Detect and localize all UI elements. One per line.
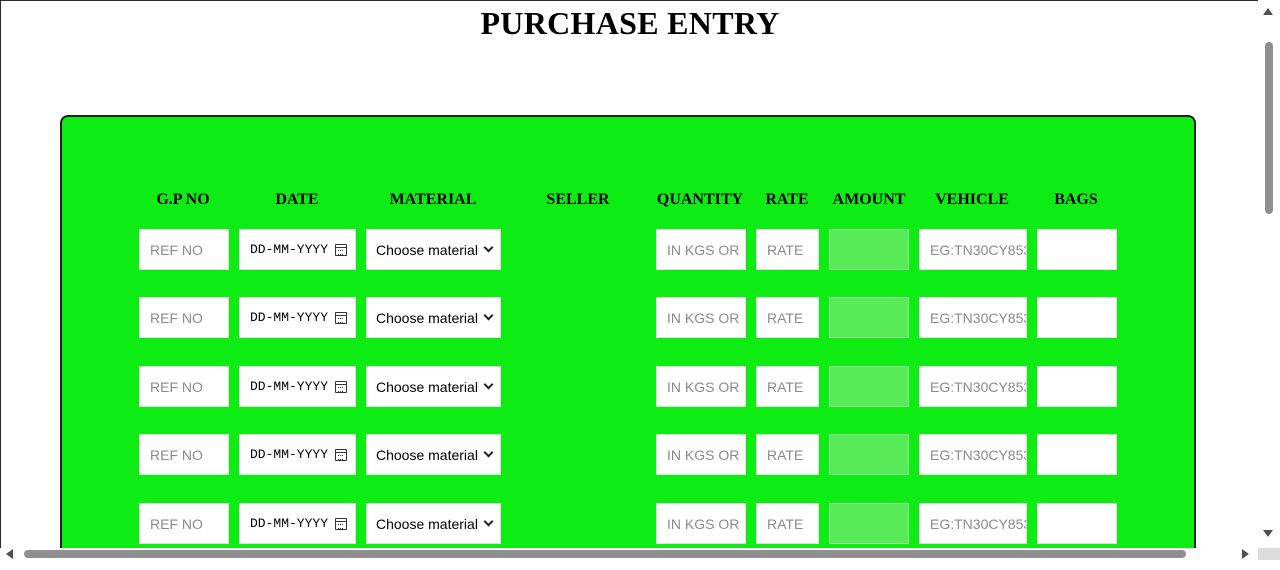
gp-no-input-placeholder: REF NO xyxy=(150,378,203,395)
header-seller: SELLER xyxy=(546,191,610,208)
gp-no-input[interactable]: REF NO xyxy=(139,434,229,475)
page-viewport: PURCHASE ENTRY G.P NO DATE MATERIAL SELLER Q… xyxy=(0,0,1258,548)
window-bottom-edge xyxy=(0,560,1280,570)
chevron-down-icon[interactable] xyxy=(483,447,494,458)
vertical-scrollbar[interactable] xyxy=(1258,0,1280,548)
date-input[interactable]: DD-MM-YYYY xyxy=(239,503,356,544)
bags-input[interactable] xyxy=(1037,434,1117,475)
scroll-up-icon[interactable] xyxy=(1263,8,1273,15)
vehicle-input-placeholder: EG:TN30CY853 xyxy=(930,515,1027,532)
date-input-value: DD-MM-YYYY xyxy=(250,379,329,394)
amount-field xyxy=(829,434,909,475)
material-select-value: Choose material xyxy=(376,515,478,532)
vehicle-input[interactable]: EG:TN30CY853 xyxy=(919,366,1027,407)
material-select[interactable]: Choose material xyxy=(366,434,501,475)
scroll-right-icon[interactable] xyxy=(1242,549,1249,559)
amount-field xyxy=(829,297,909,338)
rate-input[interactable]: RATE xyxy=(756,366,819,407)
quantity-input-placeholder: IN KGS OR xyxy=(667,515,740,532)
gp-no-input-placeholder: REF NO xyxy=(150,241,203,258)
header-date: DATE xyxy=(275,191,319,208)
gp-no-input[interactable]: REF NO xyxy=(139,503,229,544)
chevron-down-icon[interactable] xyxy=(483,516,494,527)
material-select-value: Choose material xyxy=(376,446,478,463)
gp-no-input-placeholder: REF NO xyxy=(150,446,203,463)
page-title: PURCHASE ENTRY xyxy=(480,5,780,41)
date-input-value: DD-MM-YYYY xyxy=(250,447,329,462)
rate-input[interactable]: RATE xyxy=(756,229,819,270)
chevron-down-icon[interactable] xyxy=(483,379,494,390)
date-input[interactable]: DD-MM-YYYY xyxy=(239,229,356,270)
calendar-icon[interactable] xyxy=(335,517,347,530)
vehicle-input-placeholder: EG:TN30CY853 xyxy=(930,241,1027,258)
date-input-value: DD-MM-YYYY xyxy=(250,516,329,531)
horizontal-scroll-thumb[interactable] xyxy=(24,550,1186,558)
quantity-input-placeholder: IN KGS OR xyxy=(667,446,740,463)
quantity-input[interactable]: IN KGS OR xyxy=(656,503,746,544)
calendar-icon[interactable] xyxy=(335,311,347,324)
gp-no-input-placeholder: REF NO xyxy=(150,515,203,532)
rate-input[interactable]: RATE xyxy=(756,297,819,338)
quantity-input[interactable]: IN KGS OR xyxy=(656,434,746,475)
date-input[interactable]: DD-MM-YYYY xyxy=(239,366,356,407)
material-select[interactable]: Choose material xyxy=(366,366,501,407)
quantity-input[interactable]: IN KGS OR xyxy=(656,366,746,407)
chevron-down-icon[interactable] xyxy=(483,310,494,321)
header-bags: BAGS xyxy=(1054,191,1098,208)
date-input[interactable]: DD-MM-YYYY xyxy=(239,297,356,338)
scrollbar-corner xyxy=(1258,548,1280,560)
quantity-input[interactable]: IN KGS OR xyxy=(656,229,746,270)
date-input[interactable]: DD-MM-YYYY xyxy=(239,434,356,475)
amount-field xyxy=(829,503,909,544)
gp-no-input[interactable]: REF NO xyxy=(139,366,229,407)
rate-input-placeholder: RATE xyxy=(767,515,804,532)
vehicle-input-placeholder: EG:TN30CY853 xyxy=(930,378,1027,395)
rate-input-placeholder: RATE xyxy=(767,241,804,258)
gp-no-input[interactable]: REF NO xyxy=(139,297,229,338)
header-material: MATERIAL xyxy=(389,191,477,208)
header-amount: AMOUNT xyxy=(832,191,906,208)
gp-no-input-placeholder: REF NO xyxy=(150,309,203,326)
vehicle-input-placeholder: EG:TN30CY853 xyxy=(930,309,1027,326)
vehicle-input-placeholder: EG:TN30CY853 xyxy=(930,446,1027,463)
bags-input[interactable] xyxy=(1037,503,1117,544)
quantity-input-placeholder: IN KGS OR xyxy=(667,241,740,258)
rate-input-placeholder: RATE xyxy=(767,309,804,326)
rate-input[interactable]: RATE xyxy=(756,434,819,475)
rate-input-placeholder: RATE xyxy=(767,446,804,463)
material-select[interactable]: Choose material xyxy=(366,503,501,544)
gp-no-input[interactable]: REF NO xyxy=(139,229,229,270)
quantity-input-placeholder: IN KGS OR xyxy=(667,378,740,395)
bags-input[interactable] xyxy=(1037,229,1117,270)
bags-input[interactable] xyxy=(1037,297,1117,338)
header-gp-no: G.P NO xyxy=(156,191,210,208)
amount-field xyxy=(829,229,909,270)
quantity-input[interactable]: IN KGS OR xyxy=(656,297,746,338)
material-select[interactable]: Choose material xyxy=(366,297,501,338)
material-select[interactable]: Choose material xyxy=(366,229,501,270)
scroll-left-icon[interactable] xyxy=(6,549,13,559)
vertical-scroll-thumb[interactable] xyxy=(1265,42,1273,214)
bags-input[interactable] xyxy=(1037,366,1117,407)
chevron-down-icon[interactable] xyxy=(483,242,494,253)
scroll-down-icon[interactable] xyxy=(1263,530,1273,537)
material-select-value: Choose material xyxy=(376,241,478,258)
rate-input[interactable]: RATE xyxy=(756,503,819,544)
header-vehicle: VEHICLE xyxy=(935,191,1009,208)
date-input-value: DD-MM-YYYY xyxy=(250,242,329,257)
vehicle-input[interactable]: EG:TN30CY853 xyxy=(919,229,1027,270)
horizontal-scrollbar[interactable] xyxy=(0,548,1258,560)
material-select-value: Choose material xyxy=(376,309,478,326)
vehicle-input[interactable]: EG:TN30CY853 xyxy=(919,434,1027,475)
date-input-value: DD-MM-YYYY xyxy=(250,310,329,325)
calendar-icon[interactable] xyxy=(335,380,347,393)
calendar-icon[interactable] xyxy=(335,448,347,461)
material-select-value: Choose material xyxy=(376,378,478,395)
rate-input-placeholder: RATE xyxy=(767,378,804,395)
quantity-input-placeholder: IN KGS OR xyxy=(667,309,740,326)
vehicle-input[interactable]: EG:TN30CY853 xyxy=(919,503,1027,544)
vehicle-input[interactable]: EG:TN30CY853 xyxy=(919,297,1027,338)
calendar-icon[interactable] xyxy=(335,243,347,256)
amount-field xyxy=(829,366,909,407)
